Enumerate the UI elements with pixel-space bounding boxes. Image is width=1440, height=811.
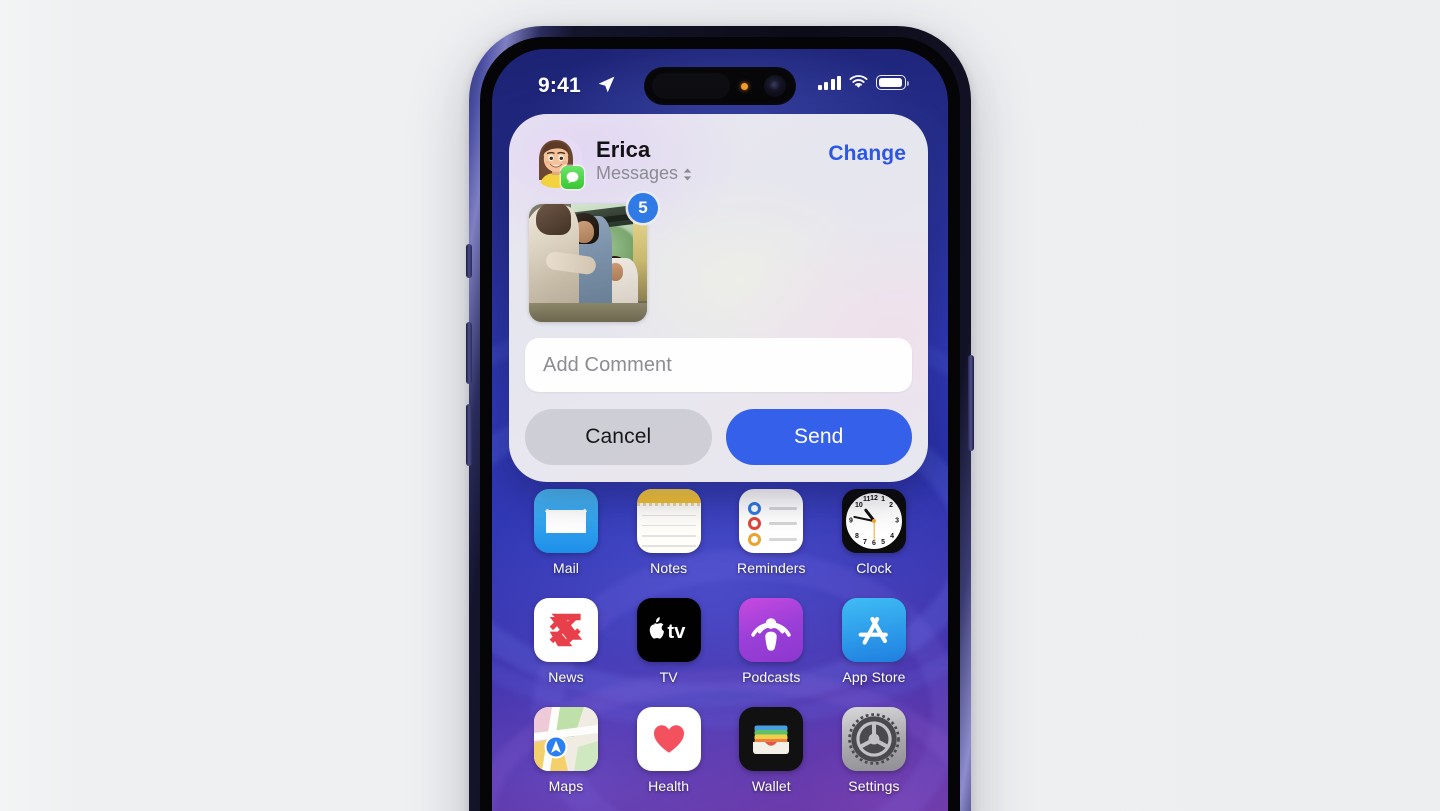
attachment-thumbnail-wrapper[interactable]: 5: [529, 193, 658, 322]
app-icon-app-store[interactable]: App Store: [838, 598, 910, 685]
mail-app-icon: [534, 489, 598, 553]
location-arrow-icon: [598, 76, 615, 93]
app-store-app-icon: [841, 598, 906, 662]
status-bar-time: 9:41: [538, 74, 581, 97]
reminders-app-icon: [739, 489, 804, 553]
wifi-icon: [849, 75, 868, 88]
share-sheet-card: Erica Messages Change 5 Add Comment Canc…: [509, 114, 928, 482]
dynamic-island-pill: [652, 73, 730, 99]
messages-app-badge: [561, 166, 584, 189]
app-label: Notes: [650, 560, 688, 576]
app-icon-reminders[interactable]: Reminders: [735, 489, 807, 576]
health-app-icon: [636, 707, 701, 771]
battery-icon: [876, 75, 910, 90]
iphone-device-frame: Mail Notes Reminders 12 6 9 3 10 11 1 2 …: [469, 26, 971, 811]
share-app-label: Messages: [596, 163, 679, 184]
app-icon-maps[interactable]: Maps: [530, 707, 602, 794]
power-button[interactable]: [968, 355, 974, 451]
volume-up-button[interactable]: [466, 322, 472, 384]
cellular-signal-icon: [817, 75, 841, 90]
chevron-up-down-icon: [683, 168, 692, 181]
photo-thumbnail: [529, 204, 647, 322]
change-button[interactable]: Change: [828, 142, 906, 166]
screenshot-stage: Mail Notes Reminders 12 6 9 3 10 11 1 2 …: [0, 0, 1440, 811]
wallet-app-icon: [739, 707, 804, 771]
app-label: Health: [648, 778, 690, 794]
app-label: TV: [659, 669, 678, 685]
app-label: News: [548, 669, 584, 685]
news-app-icon: [534, 598, 598, 662]
app-icon-wallet[interactable]: Wallet: [735, 707, 807, 794]
cancel-button[interactable]: Cancel: [525, 409, 712, 465]
share-app-row[interactable]: Messages: [596, 163, 693, 184]
volume-down-button[interactable]: [466, 404, 472, 466]
app-label: Mail: [552, 560, 580, 576]
app-icon-clock[interactable]: 12 6 9 3 10 11 1 2 4 5 7 8 Clock: [838, 489, 910, 576]
app-label: Settings: [848, 778, 900, 794]
app-icon-notes[interactable]: Notes: [633, 489, 705, 576]
podcasts-app-icon: [739, 598, 804, 662]
app-icon-podcasts[interactable]: Podcasts: [735, 598, 807, 685]
memoji-avatar[interactable]: [529, 134, 584, 189]
app-icon-mail[interactable]: Mail: [530, 489, 602, 576]
privacy-indicator-dot: [741, 83, 748, 90]
app-label: Maps: [548, 778, 584, 794]
app-row: Maps Health Wallet Settings: [530, 707, 910, 794]
clock-app-icon: 12 6 9 3 10 11 1 2 4 5 7 8: [841, 489, 906, 553]
device-screen: Mail Notes Reminders 12 6 9 3 10 11 1 2 …: [492, 49, 948, 811]
app-icon-news[interactable]: News: [530, 598, 602, 685]
silent-switch-button[interactable]: [466, 244, 472, 278]
app-label: Reminders: [737, 560, 806, 576]
app-label: App Store: [842, 669, 906, 685]
front-camera-icon: [764, 75, 786, 97]
notes-app-icon: [636, 489, 701, 553]
share-target-info: Erica Messages: [596, 137, 693, 184]
comment-placeholder: Add Comment: [543, 353, 672, 376]
app-label: Clock: [856, 560, 892, 576]
contact-name: Erica: [596, 137, 651, 162]
maps-app-icon: [534, 707, 598, 771]
status-bar-indicators: [817, 75, 910, 90]
app-row: News tv TV Podcasts App Store: [530, 598, 910, 685]
app-label: Wallet: [751, 778, 791, 794]
dynamic-island: [644, 67, 796, 105]
app-icon-tv[interactable]: tv TV: [633, 598, 705, 685]
app-label: Podcasts: [742, 669, 801, 685]
send-button[interactable]: Send: [725, 409, 912, 465]
comment-input[interactable]: Add Comment: [525, 338, 912, 392]
home-screen-app-grid: Mail Notes Reminders 12 6 9 3 10 11 1 2 …: [492, 489, 948, 811]
app-icon-settings[interactable]: Settings: [838, 707, 910, 794]
svg-text:tv: tv: [667, 621, 686, 643]
app-icon-health[interactable]: Health: [633, 707, 705, 794]
app-row: Mail Notes Reminders 12 6 9 3 10 11 1 2 …: [530, 489, 910, 576]
attachment-count-badge: 5: [628, 193, 658, 223]
share-sheet-actions: Cancel Send: [525, 409, 912, 465]
tv-app-icon: tv: [636, 598, 701, 662]
settings-app-icon: [841, 707, 906, 771]
share-sheet-header: Erica Messages Change: [525, 130, 912, 190]
